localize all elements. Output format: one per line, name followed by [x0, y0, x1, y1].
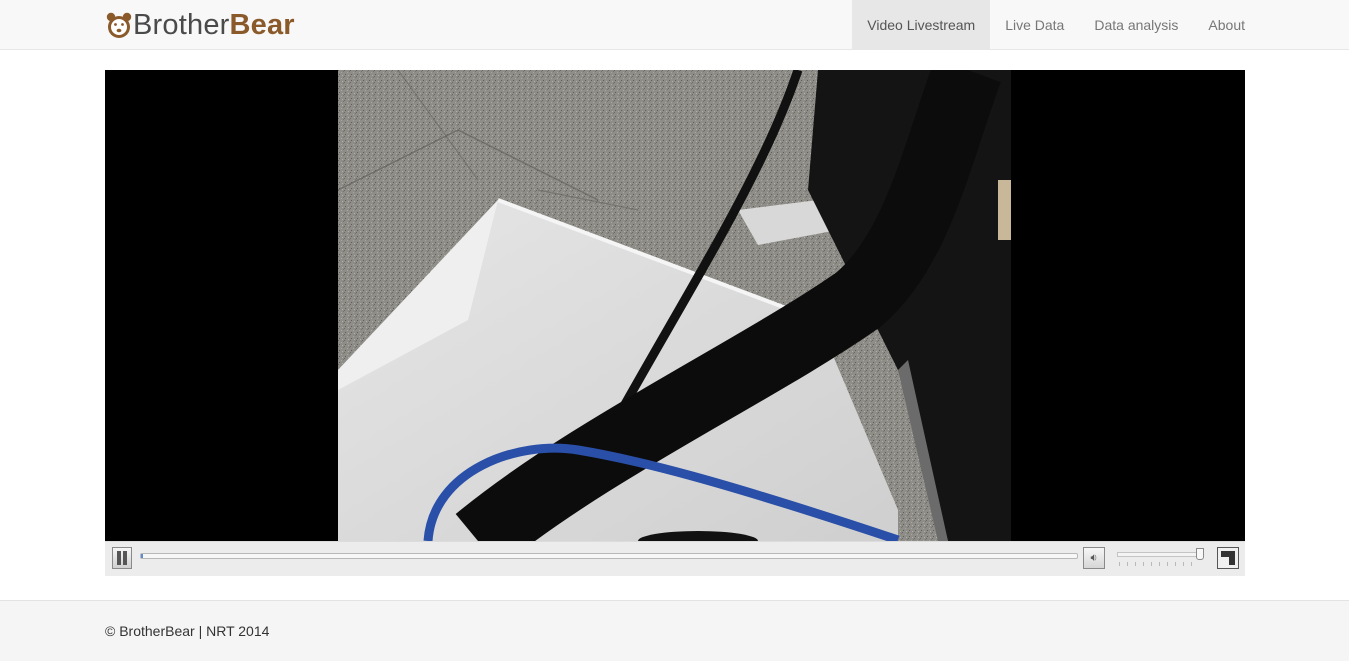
- brand-logo-link[interactable]: BrotherBear: [106, 9, 295, 41]
- volume-thumb[interactable]: [1196, 548, 1205, 560]
- volume-track: [1117, 552, 1203, 557]
- brand-name-bold: Bear: [229, 9, 295, 41]
- volume-ticks: [1119, 562, 1199, 566]
- nav-item-live-data[interactable]: Live Data: [990, 0, 1079, 49]
- main-nav: Video Livestream Live Data Data analysis…: [852, 0, 1260, 49]
- pause-button[interactable]: [112, 547, 132, 569]
- navbar: BrotherBear Video Livestream Live Data D…: [0, 0, 1349, 50]
- fullscreen-button[interactable]: [1217, 547, 1239, 569]
- seek-bar[interactable]: [140, 553, 1078, 559]
- footer: © BrotherBear | NRT 2014: [0, 600, 1349, 661]
- pause-icon: [123, 551, 127, 565]
- brand-name: BrotherBear: [133, 9, 295, 41]
- seek-progress: [141, 554, 143, 558]
- nav-item-video-livestream[interactable]: Video Livestream: [852, 0, 991, 49]
- nav-item-data-analysis[interactable]: Data analysis: [1079, 0, 1193, 49]
- mute-button[interactable]: 🔉︎: [1083, 547, 1105, 569]
- pause-icon: [117, 551, 121, 565]
- player-controls: 🔉︎: [105, 541, 1245, 576]
- video-display[interactable]: [105, 70, 1245, 541]
- nav-item-about[interactable]: About: [1193, 0, 1260, 49]
- volume-slider[interactable]: [1117, 548, 1205, 568]
- video-frame: [338, 70, 1011, 541]
- speaker-icon: 🔉︎: [1090, 552, 1098, 564]
- footer-copyright: © BrotherBear | NRT 2014: [105, 623, 270, 639]
- bear-face-icon: [106, 12, 132, 38]
- camera-feed-image: [338, 70, 1011, 541]
- brand-name-light: Brother: [133, 9, 230, 41]
- video-player: 🔉︎: [105, 70, 1245, 576]
